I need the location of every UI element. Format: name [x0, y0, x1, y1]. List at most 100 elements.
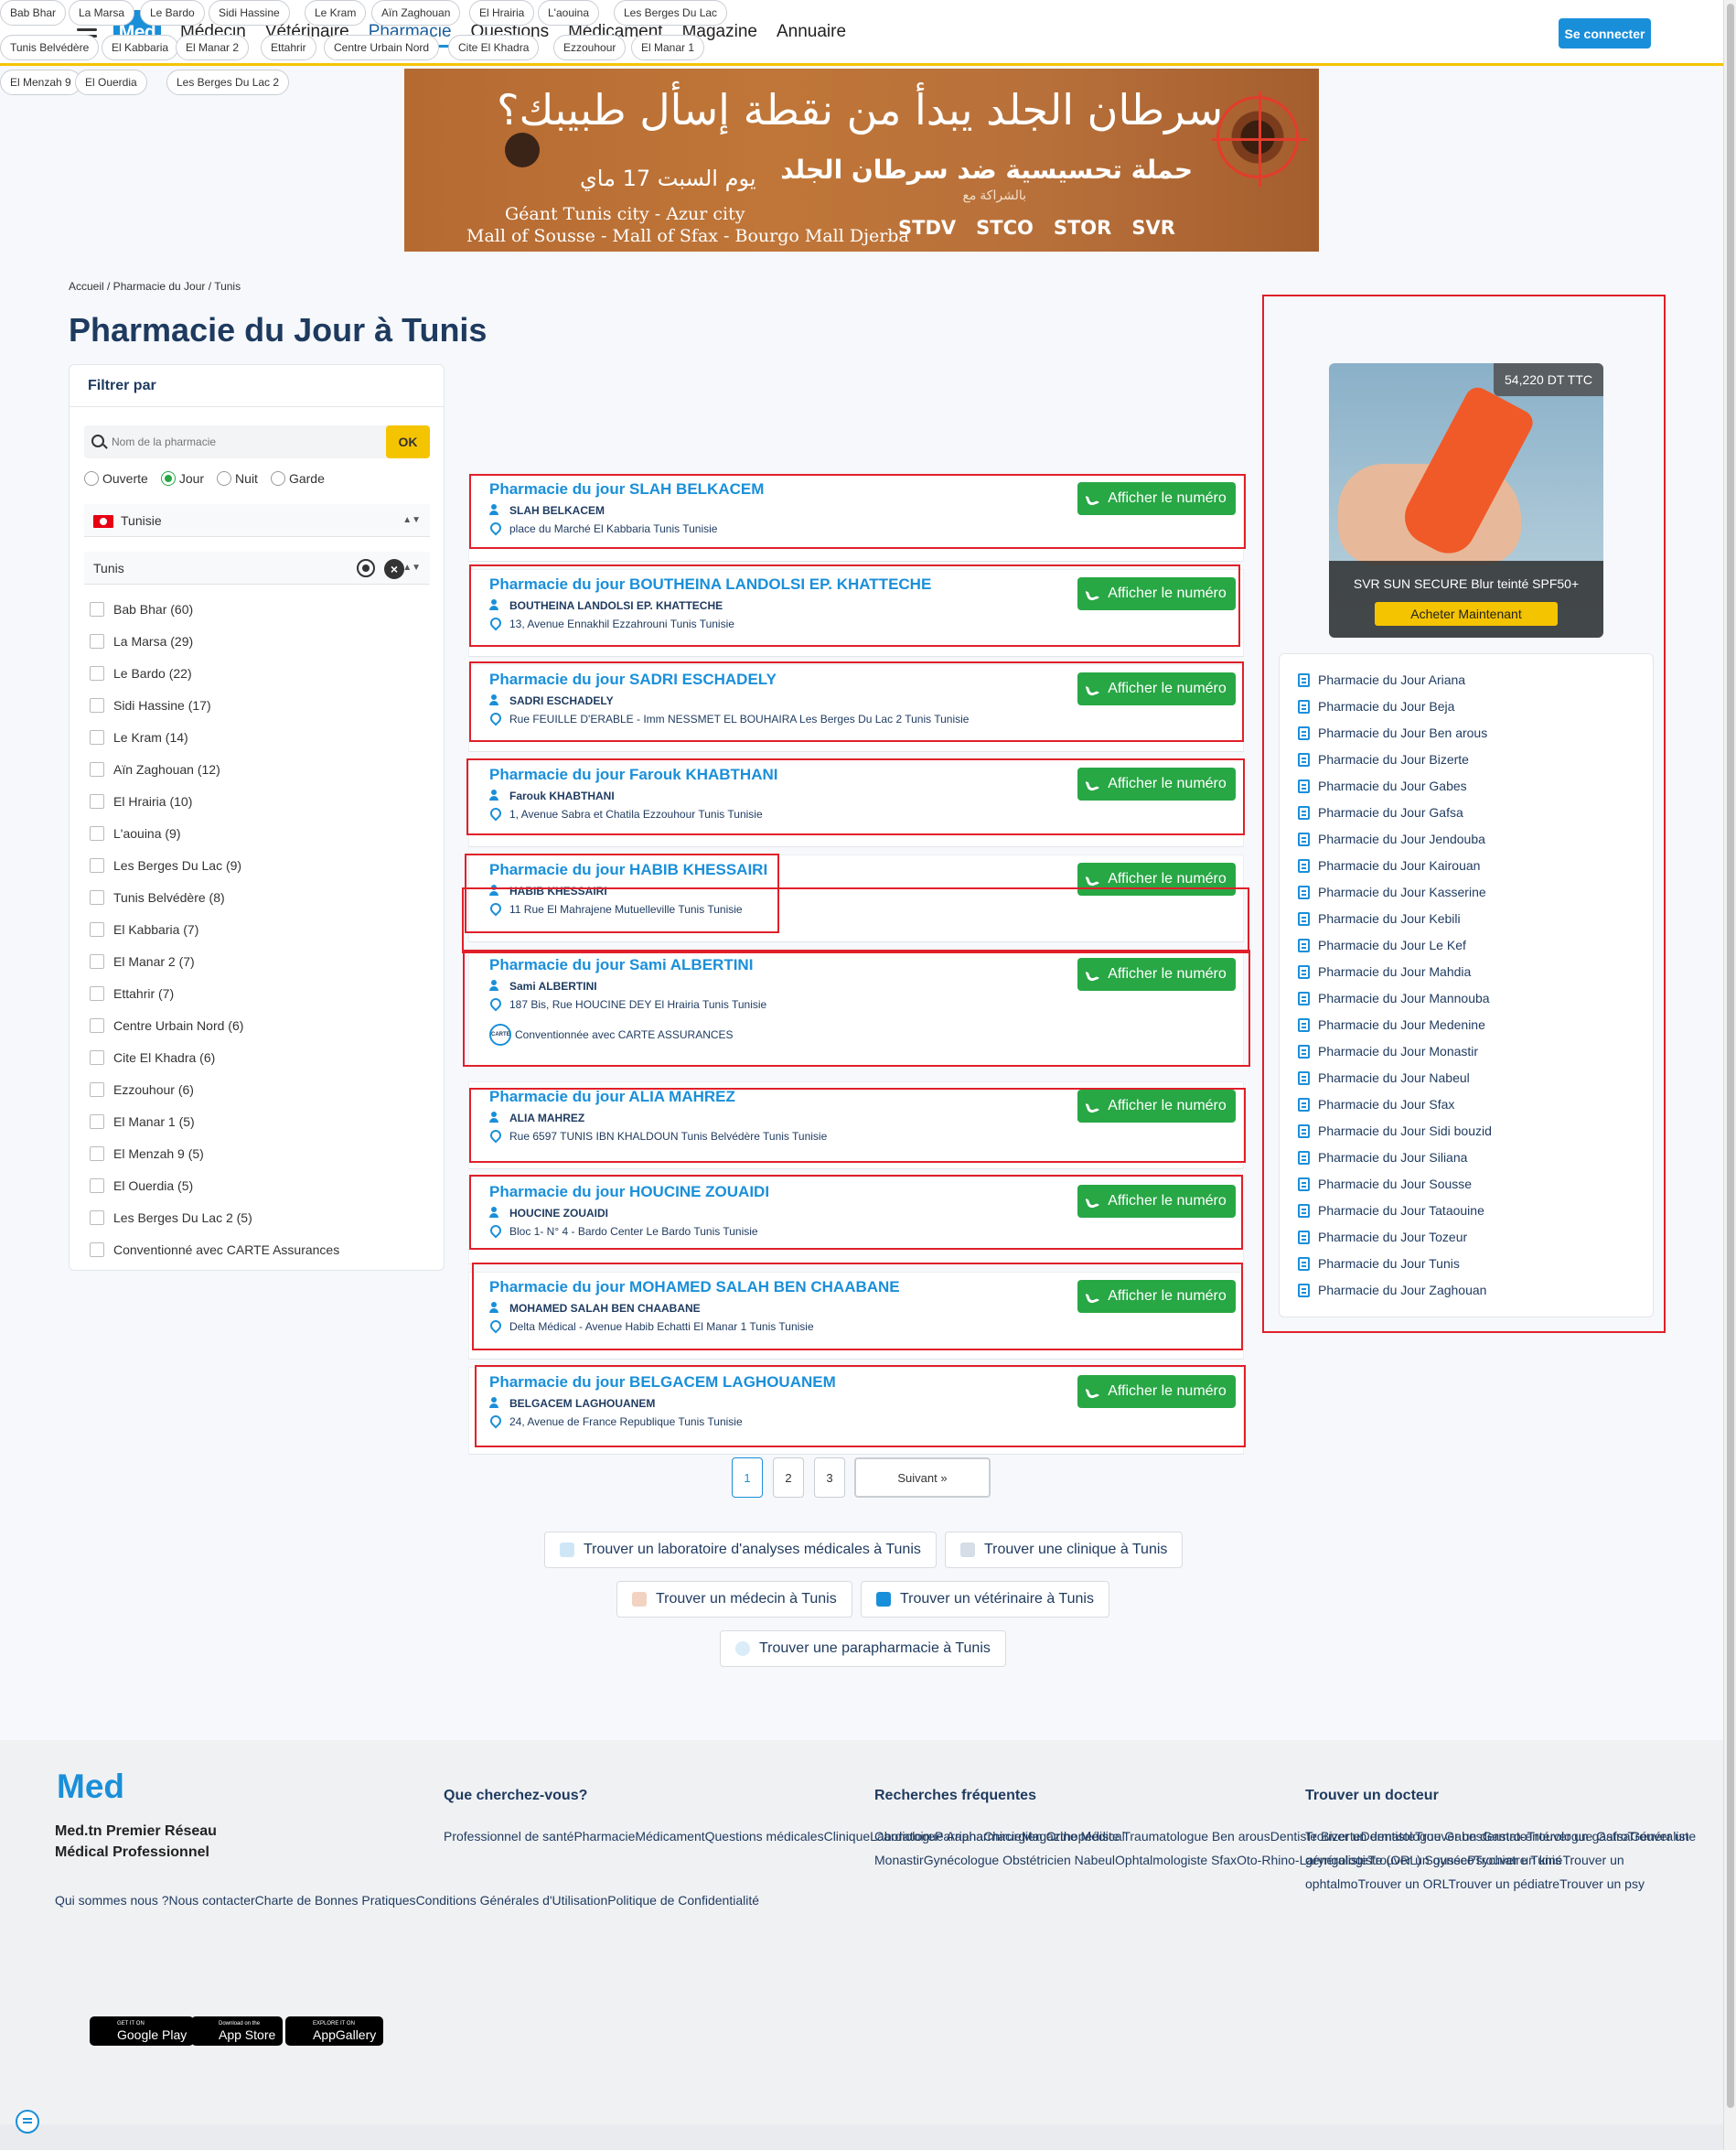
city-link[interactable]: Pharmacie du Jour Mahdia: [1298, 964, 1471, 979]
footer-link[interactable]: Trouver un kiné: [1474, 1853, 1563, 1867]
footer-about-link[interactable]: Politique de Confidentialité: [607, 1893, 759, 1908]
district-checkbox[interactable]: Tunis Belvédère (8): [90, 890, 225, 905]
next-page-button[interactable]: Suivant »: [854, 1457, 991, 1498]
footer-link[interactable]: Clinique: [824, 1829, 871, 1844]
city-link[interactable]: Pharmacie du Jour Ariana: [1298, 672, 1465, 687]
show-number-button[interactable]: Afficher le numéro: [1077, 1090, 1236, 1123]
district-chip[interactable]: Le Kram: [305, 0, 367, 26]
city-link[interactable]: Pharmacie du Jour Zaghouan: [1298, 1283, 1486, 1297]
show-number-button[interactable]: Afficher le numéro: [1077, 863, 1236, 896]
footer-about-link[interactable]: Nous contacter: [169, 1893, 255, 1908]
district-checkbox[interactable]: L'aouina (9): [90, 826, 181, 841]
app-store-badge[interactable]: Download on the App Store: [191, 2016, 284, 2046]
page-1-button[interactable]: 1: [732, 1457, 763, 1498]
city-link[interactable]: Pharmacie du Jour Gafsa: [1298, 805, 1463, 820]
district-chip[interactable]: El Manar 1: [631, 35, 705, 60]
pharmacy-title-link[interactable]: Pharmacie du jour BOUTHEINA LANDOLSI EP.…: [489, 575, 931, 594]
show-number-button[interactable]: Afficher le numéro: [1077, 958, 1236, 991]
district-checkbox[interactable]: El Ouerdia (5): [90, 1178, 193, 1193]
show-number-button[interactable]: Afficher le numéro: [1077, 482, 1236, 515]
district-chip[interactable]: El Manar 2: [176, 35, 250, 60]
campaign-banner[interactable]: سرطان الجلد يبدأ من نقطة إسأل طبيبك؟ حمل…: [404, 69, 1319, 252]
city-link[interactable]: Pharmacie du Jour Sfax: [1298, 1097, 1454, 1112]
page-2-button[interactable]: 2: [773, 1457, 804, 1498]
city-link[interactable]: Pharmacie du Jour Beja: [1298, 699, 1454, 714]
pharmacy-title-link[interactable]: Pharmacie du jour HABIB KHESSAIRI: [489, 861, 767, 879]
footer-link[interactable]: Gynécologue Obstétricien Nabeul: [924, 1853, 1115, 1867]
district-chip[interactable]: Le Bardo: [140, 0, 205, 26]
city-link[interactable]: Pharmacie du Jour Sidi bouzid: [1298, 1123, 1492, 1138]
footer-link[interactable]: Trouver un psy: [1559, 1876, 1645, 1891]
show-number-button[interactable]: Afficher le numéro: [1077, 1280, 1236, 1313]
nav-annuaire[interactable]: Annuaire: [777, 0, 846, 64]
pharmacy-title-link[interactable]: Pharmacie du jour Sami ALBERTINI: [489, 956, 753, 974]
city-link[interactable]: Pharmacie du Jour Medenine: [1298, 1017, 1485, 1032]
district-chip[interactable]: Les Berges Du Lac 2: [166, 70, 290, 95]
district-chip[interactable]: El Ouerdia: [75, 70, 147, 95]
scrollbar-thumb[interactable]: [1727, 4, 1734, 2108]
pharmacy-title-link[interactable]: Pharmacie du jour SLAH BELKACEM: [489, 480, 764, 499]
city-link[interactable]: Pharmacie du Jour Kebili: [1298, 911, 1461, 926]
district-chip[interactable]: L'aouina: [538, 0, 599, 26]
find-parapharmacy-link[interactable]: Trouver une parapharmacie à Tunis: [720, 1630, 1006, 1667]
district-chip[interactable]: Sidi Hassine: [209, 0, 290, 26]
district-checkbox[interactable]: El Menzah 9 (5): [90, 1146, 204, 1161]
district-chip[interactable]: El Kabbaria: [102, 35, 179, 60]
city-link[interactable]: Pharmacie du Jour Kasserine: [1298, 885, 1486, 899]
show-number-button[interactable]: Afficher le numéro: [1077, 768, 1236, 801]
radio-ouverte[interactable]: Ouverte: [84, 471, 148, 486]
city-link[interactable]: Pharmacie du Jour Kairouan: [1298, 858, 1480, 873]
city-link[interactable]: Pharmacie du Jour Monastir: [1298, 1044, 1478, 1059]
district-chip[interactable]: El Menzah 9: [0, 70, 81, 95]
city-link[interactable]: Pharmacie du Jour Nabeul: [1298, 1070, 1470, 1085]
district-chip[interactable]: Bab Bhar: [0, 0, 67, 26]
product-ad[interactable]: 54,220 DT TTC SVR SUN SECURE Blur teinté…: [1329, 363, 1603, 638]
district-chip[interactable]: Les Berges Du Lac: [614, 0, 728, 26]
district-chip[interactable]: Tunis Belvédère: [0, 35, 100, 60]
pharmacy-name-input[interactable]: [112, 425, 386, 458]
buy-now-button[interactable]: Acheter Maintenant: [1375, 602, 1558, 626]
city-link[interactable]: Pharmacie du Jour Gabes: [1298, 779, 1467, 793]
footer-link[interactable]: Trouver un dentiste: [1305, 1829, 1415, 1844]
footer-link[interactable]: Trouver un gastro: [1527, 1829, 1628, 1844]
country-select[interactable]: Tunisie ▲▼: [84, 504, 430, 537]
find-doctor-link[interactable]: Trouver un médecin à Tunis: [616, 1581, 852, 1618]
pharmacy-title-link[interactable]: Pharmacie du jour SADRI ESCHADELY: [489, 671, 777, 689]
city-link[interactable]: Pharmacie du Jour Ben arous: [1298, 726, 1487, 740]
footer-link[interactable]: Ophtalmologiste Sfax: [1115, 1853, 1237, 1867]
find-lab-link[interactable]: Trouver un laboratoire d'analyses médica…: [544, 1532, 937, 1568]
district-chip[interactable]: La Marsa: [69, 0, 135, 26]
footer-link[interactable]: Pharmacie: [573, 1829, 635, 1844]
footer-about-link[interactable]: Charte de Bonnes Pratiques: [255, 1893, 416, 1908]
district-checkbox[interactable]: Cite El Khadra (6): [90, 1050, 215, 1065]
pharmacy-title-link[interactable]: Pharmacie du jour ALIA MAHREZ: [489, 1088, 735, 1106]
district-chip[interactable]: El Hrairia: [469, 0, 535, 26]
footer-link[interactable]: Professionnel de santé: [444, 1829, 573, 1844]
district-checkbox[interactable]: Bab Bhar (60): [90, 602, 193, 617]
pharmacy-title-link[interactable]: Pharmacie du jour Farouk KHABTHANI: [489, 766, 778, 784]
district-checkbox[interactable]: El Manar 1 (5): [90, 1114, 195, 1129]
appgallery-badge[interactable]: EXPLORE IT ON AppGallery: [285, 2016, 384, 2046]
footer-about-link[interactable]: Conditions Générales d'Utilisation: [416, 1893, 608, 1908]
scrollbar[interactable]: [1723, 0, 1736, 2150]
show-number-button[interactable]: Afficher le numéro: [1077, 577, 1236, 610]
city-link[interactable]: Pharmacie du Jour Sousse: [1298, 1177, 1472, 1191]
locate-icon[interactable]: [357, 559, 375, 577]
district-chip[interactable]: Cite El Khadra: [448, 35, 540, 60]
district-checkbox[interactable]: Le Bardo (22): [90, 666, 192, 681]
footer-link[interactable]: Cardiologue Ariana: [874, 1829, 983, 1844]
footer-about-link[interactable]: Qui sommes nous ?: [55, 1893, 169, 1908]
city-link[interactable]: Pharmacie du Jour Tozeur: [1298, 1230, 1467, 1244]
footer-link[interactable]: Trouver un ORL: [1358, 1876, 1449, 1891]
search-ok-button[interactable]: OK: [386, 425, 430, 458]
clear-icon[interactable]: ×: [384, 559, 404, 579]
radio-garde[interactable]: Garde: [270, 471, 325, 486]
district-checkbox[interactable]: Sidi Hassine (17): [90, 698, 211, 713]
district-checkbox[interactable]: Les Berges Du Lac (9): [90, 858, 241, 873]
district-checkbox[interactable]: Conventionné avec CARTE Assurances: [90, 1242, 339, 1257]
show-number-button[interactable]: Afficher le numéro: [1077, 1185, 1236, 1218]
pharmacy-title-link[interactable]: Pharmacie du jour BELGACEM LAGHOUANEM: [489, 1373, 836, 1392]
pharmacy-title-link[interactable]: Pharmacie du jour MOHAMED SALAH BEN CHAA…: [489, 1278, 900, 1296]
city-link[interactable]: Pharmacie du Jour Mannouba: [1298, 991, 1490, 1005]
district-checkbox[interactable]: El Hrairia (10): [90, 794, 192, 809]
